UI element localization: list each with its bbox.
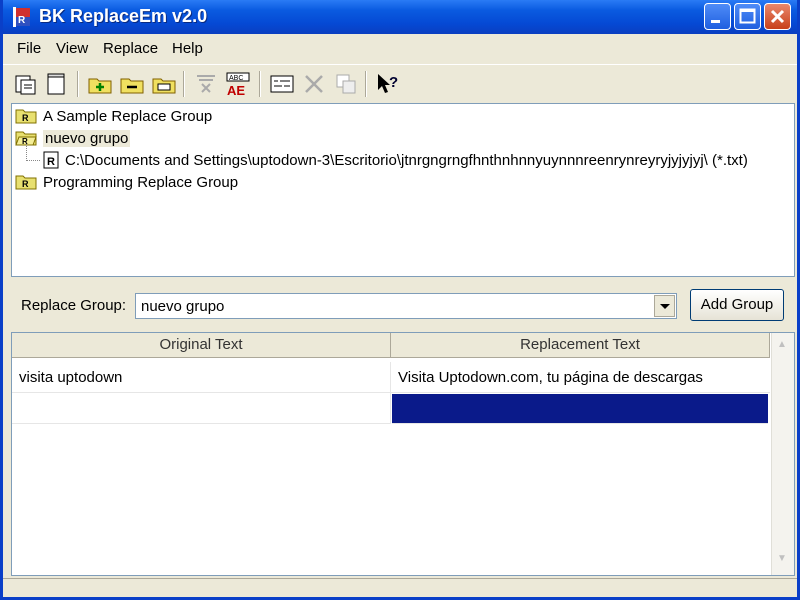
open-icon[interactable] (13, 71, 39, 97)
replace-file-icon: R (43, 151, 59, 169)
vertical-scrollbar[interactable]: ▲ ▼ (771, 333, 794, 575)
maximize-icon (739, 8, 756, 24)
replace-group-value: nuevo grupo (141, 298, 225, 315)
menu-help[interactable]: Help (172, 40, 203, 57)
replace-table[interactable]: Original Text Replacement Text visita up… (11, 332, 795, 576)
toolbar: ABC AE ? (3, 64, 797, 103)
status-bar (3, 578, 797, 597)
new-file-icon[interactable] (43, 71, 69, 97)
window-title: BK ReplaceEm v2.0 (39, 6, 208, 26)
tree-group-item[interactable]: R A Sample Replace Group (15, 106, 212, 128)
app-window: R BK ReplaceEm v2.0 File View Replace He… (0, 0, 800, 600)
svg-text:R: R (18, 15, 26, 26)
remove-group-icon[interactable] (119, 71, 145, 97)
menu-bar: File View Replace Help (3, 34, 797, 62)
tree-group-label: A Sample Replace Group (43, 108, 213, 125)
header-original-text[interactable]: Original Text (12, 333, 391, 358)
svg-text:ABC: ABC (229, 75, 243, 82)
properties-icon[interactable] (333, 71, 359, 97)
menu-view[interactable]: View (56, 40, 88, 57)
table-cell-replacement[interactable]: Visita Uptodown.com, tu página de descar… (391, 362, 770, 393)
svg-text:AE: AE (227, 83, 245, 97)
table-cell-original[interactable]: visita uptodown (12, 362, 391, 393)
minimize-icon (711, 20, 720, 23)
rename-group-icon[interactable] (151, 71, 177, 97)
tree-group-label: Programming Replace Group (43, 174, 239, 191)
group-folder-icon: R (15, 175, 37, 190)
replace-group-label: Replace Group: (21, 297, 127, 314)
close-button[interactable] (764, 3, 791, 30)
tree-group-item-selected[interactable]: Rnuevo grupo (15, 128, 131, 150)
minimize-button[interactable] (704, 3, 731, 30)
svg-text:R: R (22, 113, 29, 123)
title-bar[interactable]: R BK ReplaceEm v2.0 (3, 0, 797, 34)
help-pointer-icon[interactable]: ? (375, 71, 401, 97)
tree-group-label: nuevo grupo (43, 130, 131, 147)
delete-icon[interactable] (301, 71, 327, 97)
menu-file[interactable]: File (17, 40, 41, 57)
add-group-button[interactable]: Add Group (690, 289, 784, 321)
tree-file-path: C:\Documents and Settings\uptodown-3\Esc… (65, 152, 748, 169)
replace-ae-icon[interactable]: ABC AE (225, 71, 251, 97)
svg-text:R: R (22, 179, 29, 189)
table-cell-replacement-selected[interactable] (392, 394, 768, 424)
replace-group-tree[interactable]: R A Sample Replace Group Rnuevo grupo R C:… (11, 103, 795, 277)
dropdown-button[interactable] (654, 295, 675, 317)
scroll-up-icon[interactable]: ▲ (777, 339, 787, 350)
scroll-down-icon[interactable]: ▼ (777, 553, 787, 564)
tree-group-item[interactable]: R Programming Replace Group (15, 172, 238, 194)
header-replacement-text[interactable]: Replacement Text (391, 333, 770, 358)
table-cell-original[interactable] (12, 393, 391, 424)
add-group-icon[interactable] (87, 71, 113, 97)
group-folder-icon: R (15, 109, 37, 124)
options-icon[interactable] (269, 71, 295, 97)
chevron-down-icon (660, 304, 670, 309)
tree-file-item[interactable]: R C:\Documents and Settings\uptodown-3\Es… (43, 150, 748, 172)
maximize-button[interactable] (734, 3, 761, 30)
menu-replace[interactable]: Replace (103, 40, 158, 57)
close-icon (770, 9, 785, 24)
filter-icon[interactable] (193, 71, 219, 97)
svg-text:?: ? (389, 74, 398, 91)
app-icon: R (13, 7, 30, 27)
replace-group-select[interactable]: nuevo grupo (135, 293, 677, 319)
svg-text:R: R (47, 156, 55, 168)
svg-text:R: R (22, 137, 28, 146)
